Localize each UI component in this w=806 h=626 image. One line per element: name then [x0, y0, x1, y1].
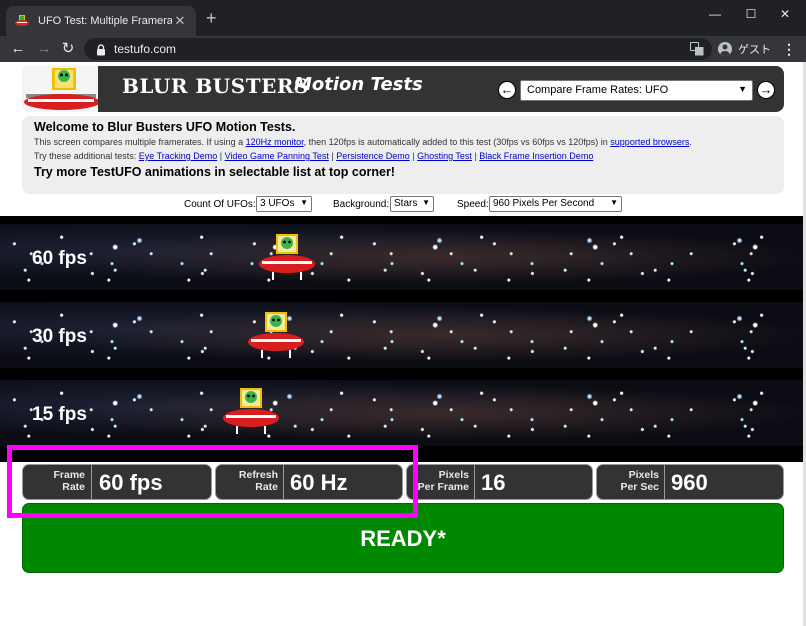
lane-15fps: 15 fps	[0, 380, 806, 446]
reload-button[interactable]: ↻	[58, 39, 78, 59]
lock-icon	[96, 43, 106, 56]
forward-button[interactable]: →	[34, 39, 54, 59]
lane-label: 15 fps	[32, 404, 87, 425]
link-ghosting[interactable]: Ghosting Test	[417, 151, 472, 161]
lane-label: 60 fps	[32, 248, 87, 269]
lane-label: 30 fps	[32, 326, 87, 347]
menu-kebab-icon[interactable]: ⋮	[782, 39, 796, 59]
translate-icon[interactable]	[690, 42, 704, 56]
count-select[interactable]: 3 UFOs ▼	[256, 196, 312, 212]
link-bfi[interactable]: Black Frame Insertion Demo	[479, 151, 593, 161]
lane-30fps: 30 fps	[0, 302, 806, 368]
banner-title: BLUR BUSTERS	[122, 74, 309, 98]
speed-value: 960 Pixels Per Second	[493, 198, 595, 209]
banner-subtitle: Motion Tests	[294, 74, 423, 95]
link-120hz-monitor[interactable]: 120Hz monitor	[246, 137, 304, 147]
tab-strip: UFO Test: Multiple Framerates ✕ + — ☐ ✕	[0, 0, 806, 36]
ufo-icon	[259, 234, 315, 280]
ufo-icon	[223, 388, 279, 434]
chevron-down-icon: ▼	[300, 198, 308, 207]
options-bar: Count Of UFOs: 3 UFOs ▼ Background: Star…	[0, 196, 806, 214]
link-eye-tracking[interactable]: Eye Tracking Demo	[139, 151, 218, 161]
info-text: , then 120fps is automatically added to …	[303, 137, 611, 147]
info-box: Welcome to Blur Busters UFO Motion Tests…	[22, 116, 784, 194]
background-label: Background:	[333, 199, 390, 210]
info-description: This screen compares multiple framerates…	[34, 137, 772, 147]
chevron-down-icon: ▼	[422, 198, 430, 207]
guest-avatar-icon	[718, 42, 732, 56]
url-text: testufo.com	[114, 42, 177, 56]
ufo-favicon-icon	[14, 13, 30, 29]
test-select-value: Compare Frame Rates: UFO	[527, 84, 669, 96]
info-text: Try these additional tests:	[34, 151, 139, 161]
address-bar[interactable]: testufo.com	[84, 38, 712, 60]
additional-tests: Try these additional tests: Eye Tracking…	[34, 151, 772, 161]
stat-label-line: Per Sec	[620, 481, 659, 493]
welcome-heading: Welcome to Blur Busters UFO Motion Tests…	[34, 120, 296, 134]
separator: |	[217, 151, 225, 161]
ufo-logo-icon	[22, 66, 100, 112]
next-test-button[interactable]: →	[757, 81, 775, 99]
blur-busters-banner: BLUR BUSTERS Motion Tests ← Compare Fram…	[22, 66, 784, 112]
speed-select[interactable]: 960 Pixels Per Second ▼	[489, 196, 622, 212]
pixels-per-frame-value: 16	[481, 470, 506, 495]
speed-label: Speed:	[457, 199, 489, 210]
stat-label-line: Pixels	[628, 469, 659, 481]
page-content: BLUR BUSTERS Motion Tests ← Compare Fram…	[0, 62, 806, 626]
lane-60fps: 60 fps	[0, 224, 806, 290]
stat-divider	[474, 465, 475, 499]
info-text: .	[689, 137, 692, 147]
chevron-down-icon: ▼	[738, 84, 747, 94]
link-panning-test[interactable]: Video Game Panning Test	[225, 151, 329, 161]
info-text: This screen compares multiple framerates…	[34, 137, 246, 147]
pixels-per-sec-stat: Pixels Per Sec 960	[596, 464, 784, 500]
background-select[interactable]: Stars ▼	[390, 196, 434, 212]
close-window-button[interactable]: ✕	[762, 0, 806, 28]
ufo-icon	[248, 312, 304, 358]
pixels-per-sec-label: Pixels Per Sec	[593, 469, 659, 493]
count-label: Count Of UFOs:	[184, 199, 256, 210]
ufo-test-area: 60 fps 30 fps 15 fps	[0, 216, 806, 462]
stat-divider	[664, 465, 665, 499]
pixels-per-frame-stat: Pixels Per Frame 16	[406, 464, 593, 500]
back-button[interactable]: ←	[8, 39, 28, 59]
browser-tab[interactable]: UFO Test: Multiple Framerates ✕	[6, 6, 196, 36]
link-persistence[interactable]: Persistence Demo	[336, 151, 410, 161]
separator: |	[409, 151, 418, 161]
highlight-box	[7, 445, 418, 518]
tab-title: UFO Test: Multiple Framerates	[38, 15, 172, 27]
chevron-down-icon: ▼	[610, 198, 618, 207]
count-value: 3 UFOs	[260, 198, 295, 209]
pixels-per-sec-value: 960	[671, 470, 708, 495]
prev-test-button[interactable]: ←	[498, 81, 516, 99]
tab-close-icon[interactable]: ✕	[172, 13, 188, 29]
background-value: Stars	[394, 198, 418, 209]
browser-toolbar: ← → ↻ testufo.com ゲスト ⋮	[0, 36, 806, 62]
ready-text: READY*	[360, 526, 446, 551]
profile-button[interactable]: ゲスト	[718, 39, 771, 59]
profile-label: ゲスト	[738, 44, 771, 56]
test-select[interactable]: Compare Frame Rates: UFO ▼	[520, 80, 753, 101]
link-supported-browsers[interactable]: supported browsers	[610, 137, 689, 147]
more-animations-text: Try more TestUFO animations in selectabl…	[34, 165, 395, 179]
new-tab-button[interactable]: +	[206, 9, 217, 27]
